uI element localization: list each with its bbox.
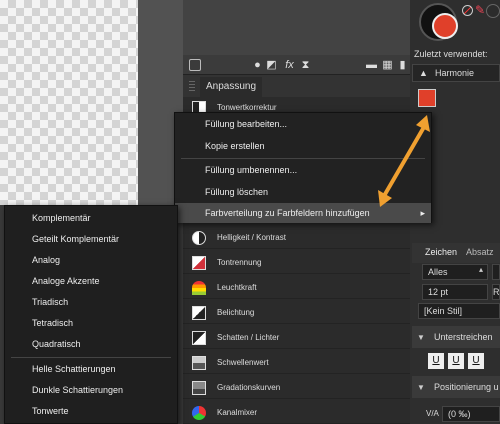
annotation-arrow-icon: [378, 115, 430, 207]
